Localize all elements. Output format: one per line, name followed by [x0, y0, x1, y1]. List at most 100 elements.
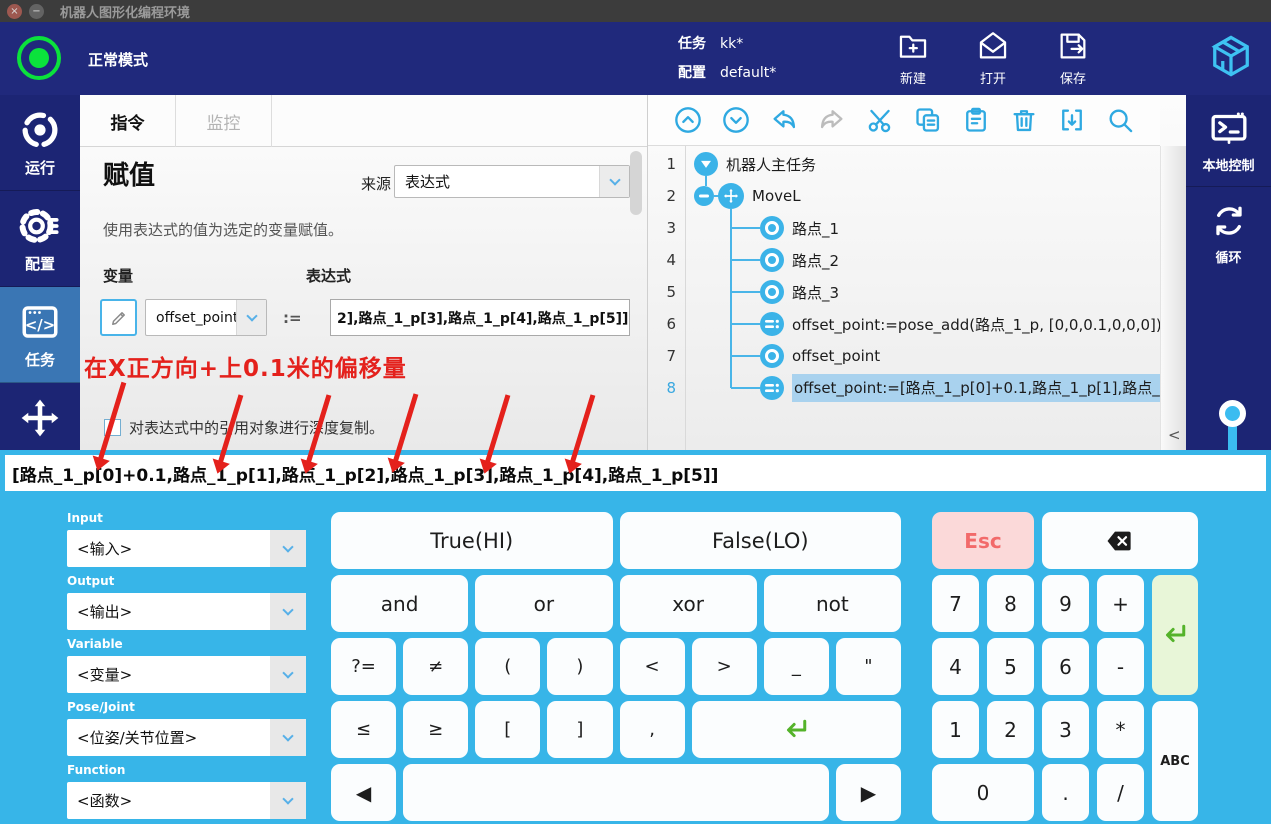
- chevron-down-icon[interactable]: [270, 593, 306, 630]
- tab-monitor[interactable]: 监控: [176, 95, 272, 147]
- move-up-icon[interactable]: [674, 106, 702, 134]
- key-lt[interactable]: <: [620, 638, 685, 695]
- chevron-down-icon[interactable]: [236, 300, 266, 335]
- key-cursor-left[interactable]: ◀: [331, 764, 396, 821]
- search-icon[interactable]: [1106, 106, 1134, 134]
- key-dot[interactable]: .: [1042, 764, 1089, 821]
- key-lbracket[interactable]: [: [475, 701, 540, 758]
- minimize-icon[interactable]: −: [29, 4, 44, 19]
- key-minus[interactable]: -: [1097, 638, 1144, 695]
- key-0[interactable]: 0: [932, 764, 1034, 821]
- tree-row-offset-point[interactable]: 7 offset_point: [648, 340, 1160, 372]
- collapse-panel-handle[interactable]: <: [1160, 146, 1186, 450]
- key-maybe-eq[interactable]: ?=: [331, 638, 396, 695]
- new-button[interactable]: 新建: [880, 29, 946, 87]
- collapse-minus-icon[interactable]: [694, 186, 714, 206]
- sidebar-item-run[interactable]: 运行: [0, 95, 80, 191]
- tree-row-waypoint-3[interactable]: 5 路点_3: [648, 276, 1160, 308]
- expression-input[interactable]: 2],路点_1_p[3],路点_1_p[4],路点_1_p[5]]: [330, 299, 630, 336]
- key-leq[interactable]: ≤: [331, 701, 396, 758]
- sidebar-item-move[interactable]: [0, 383, 80, 458]
- page-title: 赋值: [103, 155, 155, 192]
- key-slash[interactable]: /: [1097, 764, 1144, 821]
- key-true-hi[interactable]: True(HI): [331, 512, 613, 569]
- chevron-down-icon[interactable]: [599, 166, 629, 197]
- source-dropdown[interactable]: 表达式: [394, 165, 630, 198]
- key-lparen[interactable]: (: [475, 638, 540, 695]
- delete-icon[interactable]: [1010, 106, 1038, 134]
- key-enter[interactable]: [1152, 575, 1198, 695]
- key-space[interactable]: [403, 764, 829, 821]
- key-comma[interactable]: ,: [620, 701, 685, 758]
- key-1[interactable]: 1: [932, 701, 979, 758]
- key-underscore[interactable]: _: [764, 638, 829, 695]
- copy-icon[interactable]: [914, 106, 942, 134]
- key-and[interactable]: and: [331, 575, 468, 632]
- input-dropdown[interactable]: <输入>: [67, 530, 306, 567]
- key-4[interactable]: 4: [932, 638, 979, 695]
- key-xor[interactable]: xor: [620, 575, 757, 632]
- sidebar-item-config[interactable]: 配置: [0, 191, 80, 287]
- key-plus[interactable]: +: [1097, 575, 1144, 632]
- tree-row-waypoint-1[interactable]: 3 路点_1: [648, 212, 1160, 244]
- variable-select-dropdown[interactable]: <变量>: [67, 656, 306, 693]
- expression-bar-input[interactable]: [路点_1_p[0]+0.1,路点_1_p[1],路点_1_p[2],路点_1_…: [5, 455, 1266, 491]
- tree-row-waypoint-2[interactable]: 4 路点_2: [648, 244, 1160, 276]
- terminal-icon: [1209, 109, 1249, 149]
- redo-icon[interactable]: [818, 106, 846, 134]
- move-down-icon[interactable]: [722, 106, 750, 134]
- key-esc[interactable]: Esc: [932, 512, 1034, 569]
- cut-icon[interactable]: [866, 106, 894, 134]
- key-geq[interactable]: ≥: [403, 701, 468, 758]
- key-enter-wide[interactable]: [692, 701, 901, 758]
- open-button[interactable]: 打开: [960, 29, 1026, 87]
- speed-slider-knob[interactable]: [1219, 400, 1246, 427]
- collapse-icon[interactable]: [694, 152, 718, 176]
- expression-keyboard: [路点_1_p[0]+0.1,路点_1_p[1],路点_1_p[2],路点_1_…: [0, 450, 1271, 824]
- paste-icon[interactable]: [962, 106, 990, 134]
- key-rbracket[interactable]: ]: [547, 701, 612, 758]
- insert-icon[interactable]: [1058, 106, 1086, 134]
- chevron-down-icon[interactable]: [270, 656, 306, 693]
- tree-row-movel[interactable]: 2 MoveL: [648, 180, 1160, 212]
- key-not[interactable]: not: [764, 575, 901, 632]
- key-gt[interactable]: >: [692, 638, 757, 695]
- key-backspace[interactable]: [1042, 512, 1198, 569]
- tree-row-main-task[interactable]: 1 机器人主任务: [648, 148, 1160, 180]
- key-abc[interactable]: ABC: [1152, 701, 1198, 821]
- sidebar-item-task[interactable]: </> 任务: [0, 287, 80, 383]
- chevron-down-icon[interactable]: [270, 782, 306, 819]
- pose-joint-dropdown[interactable]: <位姿/关节位置>: [67, 719, 306, 756]
- key-or[interactable]: or: [475, 575, 612, 632]
- tree-row-assign-pose-add[interactable]: 6 offset_point:=pose_add(路点_1_p, [0,0,0.…: [648, 308, 1160, 340]
- close-icon[interactable]: ×: [7, 4, 22, 19]
- key-quote[interactable]: ": [836, 638, 901, 695]
- key-5[interactable]: 5: [987, 638, 1034, 695]
- edit-variable-button[interactable]: [100, 299, 137, 336]
- function-dropdown[interactable]: <函数>: [67, 782, 306, 819]
- chevron-down-icon[interactable]: [270, 530, 306, 567]
- key-9[interactable]: 9: [1042, 575, 1089, 632]
- tab-instruction[interactable]: 指令: [80, 95, 176, 147]
- tree-row-assign-selected[interactable]: 8 offset_point:=[路点_1_p[0]+0.1,路点_1_p[1]…: [648, 372, 1160, 404]
- key-6[interactable]: 6: [1042, 638, 1089, 695]
- key-3[interactable]: 3: [1042, 701, 1089, 758]
- key-neq[interactable]: ≠: [403, 638, 468, 695]
- key-rparen[interactable]: ): [547, 638, 612, 695]
- chevron-down-icon[interactable]: [270, 719, 306, 756]
- sidebar-item-loop[interactable]: 循环: [1186, 187, 1271, 278]
- sidebar-item-local-control[interactable]: 本地控制: [1186, 95, 1271, 187]
- key-cursor-right[interactable]: ▶: [836, 764, 901, 821]
- assign-icon: [760, 376, 784, 400]
- variable-dropdown[interactable]: offset_point: [145, 299, 267, 336]
- output-dropdown[interactable]: <输出>: [67, 593, 306, 630]
- save-button[interactable]: 保存: [1040, 29, 1106, 87]
- scrollbar[interactable]: [630, 151, 642, 215]
- key-8[interactable]: 8: [987, 575, 1034, 632]
- undo-icon[interactable]: [770, 106, 798, 134]
- key-star[interactable]: *: [1097, 701, 1144, 758]
- key-2[interactable]: 2: [987, 701, 1034, 758]
- loop-icon: [1209, 201, 1249, 241]
- key-7[interactable]: 7: [932, 575, 979, 632]
- key-false-lo[interactable]: False(LO): [620, 512, 902, 569]
